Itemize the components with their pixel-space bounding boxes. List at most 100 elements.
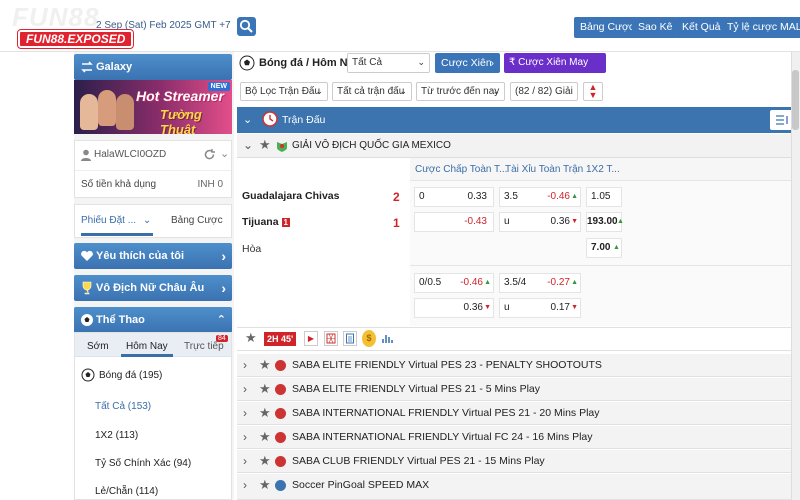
stats-sheet-button[interactable] (343, 331, 357, 346)
handicap-line: 0/0.5 (419, 277, 442, 288)
cashout-button[interactable]: $ (362, 330, 376, 347)
galaxy-button[interactable]: Galaxy (74, 54, 232, 80)
parlay-label: Cược Xiên (441, 57, 492, 69)
bet-type-1x2[interactable]: 1X2 (113) (95, 430, 138, 441)
1x2-away-odds[interactable]: 193.00 ▲ (586, 212, 624, 232)
chevron-down-icon: ⌄ (492, 86, 500, 96)
chevron-right-icon: › (243, 454, 247, 468)
league-header-mexico[interactable]: ⌄ ★ GIẢI VÔ ĐỊCH QUỐC GIA MEXICO (237, 134, 800, 158)
odds-type-button[interactable]: Tỷ lệ cược MALAY (721, 17, 800, 38)
bet-type-label: Tất Cả (95, 401, 126, 412)
match-section-bar[interactable]: ⌄ Trận Đấu (237, 107, 800, 133)
league-filter-select[interactable]: Bộ Lọc Trận Đấu ⌄ (240, 82, 328, 101)
over-under-column-header: Tài Xỉu Toàn Trận (505, 164, 584, 175)
sidebar-item-sports[interactable]: Thể Thao ⌃ (74, 307, 232, 333)
1x2-draw-odds[interactable]: 7.00 ▲ (586, 238, 622, 258)
league-row[interactable]: › ★ Soccer PinGoal SPEED MAX (237, 474, 800, 500)
bet-type-odd-even[interactable]: Lẻ/Chẵn (114) (95, 486, 158, 497)
pingoal-logo-icon (275, 480, 286, 491)
star-icon[interactable]: ★ (259, 354, 271, 376)
sort-order-button[interactable]: ▲ ▼ (583, 82, 603, 101)
league-row[interactable]: › ★ SABA ELITE FRIENDLY Virtual PES 23 - P… (237, 354, 800, 377)
saba-logo-icon (275, 408, 286, 419)
match-toolbar (237, 327, 800, 351)
tab-betlist[interactable]: Bảng Cược (171, 215, 223, 226)
filter-all-select[interactable]: Tất Cả ⌄ (347, 53, 430, 73)
scrollbar-thumb[interactable] (792, 70, 799, 130)
handicap-away-odds[interactable]: -0.43 (414, 212, 494, 232)
league-row[interactable]: › ★ SABA ELITE FRIENDLY Virtual PES 21 - 5… (237, 378, 800, 401)
chevron-right-icon: › (490, 57, 495, 69)
under-odds[interactable]: u 0.36 ▼ (499, 212, 581, 232)
football-label: Bóng đá (99, 370, 137, 381)
odds-up-icon: ▲ (484, 279, 491, 286)
chevron-down-icon[interactable]: ⌄ (220, 147, 229, 160)
live-stream-button[interactable]: ▶ (304, 331, 318, 346)
saba-logo-icon (275, 384, 286, 395)
odds-value: -0.46 (547, 191, 570, 202)
match-time-badge: 2H 45' (264, 332, 297, 346)
sidebar-item-favorites[interactable]: Yêu thích của tôi › (74, 243, 232, 269)
site-logo: FUN88.EXPOSED (16, 29, 135, 49)
league-row[interactable]: › ★ SABA INTERNATIONAL FRIENDLY Virtual PE… (237, 402, 800, 425)
bet-type-count: (113) (115, 430, 139, 441)
tab-live[interactable]: Trực tiếp (184, 341, 224, 352)
over-odds[interactable]: 3.5 -0.46 ▲ (499, 187, 581, 207)
league-row[interactable]: › ★ SABA CLUB FRIENDLY Virtual PES 21 - 15… (237, 450, 800, 473)
league-filter-label: Bộ Lọc Trận Đấu (245, 86, 321, 97)
market-filter-select[interactable]: Tất cả trận đấu ⌄ (332, 82, 412, 101)
bet-type-all[interactable]: Tất Cả (153) (95, 401, 151, 412)
alt-under-odds[interactable]: u 0.17 ▼ (499, 298, 581, 318)
galaxy-label: Galaxy (96, 61, 133, 73)
bet-tabs: Phiếu Đặt ... ⌄ Bảng Cược (74, 204, 232, 238)
lucky-parlay-button[interactable]: ₹ Cược Xiên May Mắn (504, 53, 606, 88)
sort-select[interactable]: Từ trước đến nay ⌄ (416, 82, 505, 101)
statement-button[interactable]: Sao Kê (632, 17, 679, 38)
sport-football[interactable]: Bóng đá (195) (99, 370, 162, 381)
odds-down-icon: ▼ (571, 304, 578, 311)
1x2-home-odds[interactable]: 1.05 (586, 187, 622, 207)
star-icon[interactable]: ★ (259, 426, 271, 448)
league-count-select[interactable]: (82 / 82) Giải (510, 82, 578, 101)
bet-type-correct-score[interactable]: Tỷ Số Chính Xác (94) (95, 458, 191, 469)
banner-subtitle: Tường Thuật (160, 107, 202, 134)
under-label: u (504, 302, 510, 313)
chevron-up-icon: ⌃ (216, 314, 226, 326)
results-button[interactable]: Kết Quả (676, 17, 727, 38)
alt-over-odds[interactable]: 3.5/4 -0.27 ▲ (499, 273, 581, 293)
search-icon (239, 19, 253, 33)
soccer-ball-icon (81, 368, 95, 382)
star-icon[interactable]: ★ (259, 137, 271, 153)
tab-early[interactable]: Sớm (87, 341, 109, 352)
odds-up-icon: ▲ (617, 218, 624, 225)
market-header-row: Cược Chấp Toàn T... Tài Xỉu Toàn Trận 1X… (410, 158, 800, 180)
pitch-view-button[interactable] (324, 331, 338, 346)
away-team-name: Tijuana (242, 216, 279, 228)
tab-today[interactable]: Hôm Nay (126, 341, 168, 352)
handicap-home-odds[interactable]: 0 0.33 (414, 187, 494, 207)
star-icon[interactable]: ★ (245, 330, 257, 346)
sidebar-item-womens-championship[interactable]: Vô Địch Nữ Châu Âu › (74, 275, 232, 301)
odds-value: 1.05 (591, 191, 611, 202)
parlay-button[interactable]: Cược Xiên › (435, 53, 500, 73)
chevron-right-icon: › (221, 280, 226, 296)
search-button[interactable] (237, 17, 256, 36)
star-icon[interactable]: ★ (259, 402, 271, 424)
tab-betslip[interactable]: Phiếu Đặt ... ⌄ (81, 215, 151, 226)
chart-button[interactable] (380, 331, 394, 346)
league-row[interactable]: › ★ SABA INTERNATIONAL FRIENDLY Virtual FC… (237, 426, 800, 449)
saba-logo-icon (275, 456, 286, 467)
play-icon: ▶ (307, 334, 315, 343)
rupee-icon: ₹ (509, 57, 519, 68)
star-icon[interactable]: ★ (259, 378, 271, 400)
odds-up-icon: ▲ (571, 193, 578, 200)
hot-streamer-banner[interactable]: Hot Streamer Tường Thuật NEW (74, 80, 232, 134)
refresh-icon[interactable] (203, 148, 216, 161)
bet-list-button[interactable]: Bảng Cược (574, 17, 641, 38)
alt-handicap-home-odds[interactable]: 0/0.5 -0.46 ▲ (414, 273, 494, 293)
away-score: 1 (393, 216, 400, 230)
star-icon[interactable]: ★ (259, 474, 271, 496)
league-name: SABA CLUB FRIENDLY Virtual PES 21 - 15 M… (292, 455, 545, 467)
star-icon[interactable]: ★ (259, 450, 271, 472)
alt-handicap-away-odds[interactable]: 0.36 ▼ (414, 298, 494, 318)
